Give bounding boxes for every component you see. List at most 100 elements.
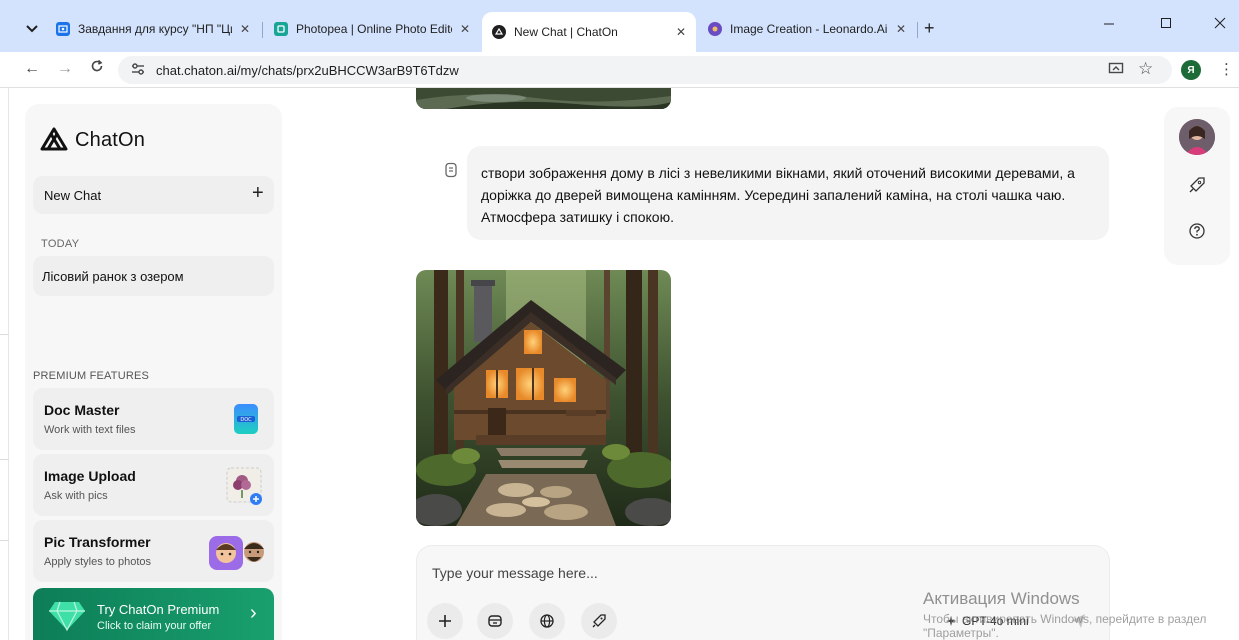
puzzle-icon xyxy=(1189,177,1205,193)
right-rail xyxy=(1164,107,1230,265)
web-search-button[interactable] xyxy=(529,603,565,639)
tab-divider xyxy=(917,22,918,38)
new-chat-button[interactable]: New Chat + xyxy=(33,176,274,214)
forward-button[interactable]: → xyxy=(57,60,73,78)
maximize-icon xyxy=(1161,18,1171,28)
tab-search-button[interactable] xyxy=(20,18,44,40)
feature-subtitle: Work with text files xyxy=(44,424,136,436)
chevron-right-icon: › xyxy=(250,602,257,624)
doc-icon: DOC xyxy=(234,404,258,434)
address-toolbar: ← → chat.chaton.ai/my/chats/prx2uBHCCW3a… xyxy=(0,52,1239,88)
new-tab-button[interactable]: + xyxy=(924,18,935,38)
user-photo xyxy=(1179,119,1215,155)
close-icon[interactable]: ✕ xyxy=(676,25,686,39)
back-button[interactable]: ← xyxy=(24,60,40,78)
sidebar: ChatOn New Chat + TODAY Лісовий ранок з … xyxy=(25,104,282,640)
feature-pic-transformer[interactable]: Pic Transformer Apply styles to photos xyxy=(33,520,274,582)
chevron-down-icon xyxy=(26,25,38,33)
message-input[interactable] xyxy=(432,562,932,584)
edge-line xyxy=(0,459,9,460)
svg-text:DOC: DOC xyxy=(240,417,252,423)
forest-cabin-illustration xyxy=(416,270,671,526)
feature-doc-master[interactable]: Doc Master Work with text files DOC xyxy=(33,388,274,450)
premium-title: Try ChatOn Premium xyxy=(97,602,220,617)
minimize-button[interactable] xyxy=(1103,16,1115,32)
arrow-right-icon: → xyxy=(57,60,73,77)
tab-classroom[interactable]: Завдання для курсу "НП "Циф ✕ xyxy=(46,14,260,44)
user-message-bubble: створи зображення дому в лісі з невелики… xyxy=(467,146,1109,240)
tools-button[interactable] xyxy=(581,603,617,639)
tab-title: Image Creation - Leonardo.Ai xyxy=(730,22,888,36)
plus-icon xyxy=(439,615,451,627)
history-item-label: Лісовий ранок з озером xyxy=(42,269,184,284)
previous-generated-image[interactable] xyxy=(416,88,671,109)
help-button[interactable] xyxy=(1185,219,1209,243)
close-window-button[interactable] xyxy=(1214,16,1226,32)
tab-title: Photopea | Online Photo Editor xyxy=(296,22,452,36)
history-section-heading: TODAY xyxy=(41,238,80,250)
feature-subtitle: Apply styles to photos xyxy=(44,556,152,568)
arrow-left-icon: ← xyxy=(24,60,40,77)
classroom-icon xyxy=(56,22,70,36)
copy-message-icon[interactable] xyxy=(444,162,458,178)
folder-icon xyxy=(488,615,502,627)
browser-tab-strip: Завдання для курсу "НП "Циф ✕ Photopea |… xyxy=(0,0,1239,52)
generated-image[interactable] xyxy=(416,270,671,526)
windows-activation-subtitle: Чтобы активировать Windows, перейдите в … xyxy=(923,612,1207,640)
window-left-edge xyxy=(0,88,9,640)
close-icon[interactable]: ✕ xyxy=(896,22,906,36)
omnibox[interactable]: chat.chaton.ai/my/chats/prx2uBHCCW3arB9T… xyxy=(118,56,1172,84)
user-message-text: створи зображення дому в лісі з невелики… xyxy=(481,165,1075,225)
edge-line xyxy=(0,540,9,541)
forest-image-fragment xyxy=(416,88,671,109)
chaton-logo-icon xyxy=(40,127,68,151)
photopea-icon xyxy=(274,22,288,36)
image-upload-icon xyxy=(226,467,262,505)
help-icon xyxy=(1189,223,1205,239)
feature-title: Image Upload xyxy=(44,468,136,484)
plus-icon: + xyxy=(924,18,935,38)
close-icon xyxy=(1214,17,1226,29)
feature-image-upload[interactable]: Image Upload Ask with pics xyxy=(33,454,274,516)
more-menu-icon[interactable]: ⋮ xyxy=(1219,60,1234,78)
new-chat-label: New Chat xyxy=(44,188,102,203)
bookmark-star-icon[interactable]: ☆ xyxy=(1138,59,1153,79)
tab-title: New Chat | ChatOn xyxy=(514,25,618,39)
close-icon[interactable]: ✕ xyxy=(240,22,250,36)
feature-title: Doc Master xyxy=(44,402,120,418)
user-avatar[interactable] xyxy=(1179,119,1215,155)
feature-title: Pic Transformer xyxy=(44,534,151,550)
site-settings-icon[interactable] xyxy=(130,62,148,78)
chaton-icon xyxy=(492,25,506,39)
profile-avatar[interactable]: Я xyxy=(1181,60,1201,80)
premium-subtitle: Click to claim your offer xyxy=(97,620,212,632)
leonardo-icon xyxy=(708,22,722,36)
document-button[interactable] xyxy=(477,603,513,639)
url-text[interactable]: chat.chaton.ai/my/chats/prx2uBHCCW3arB9T… xyxy=(156,63,459,78)
feature-subtitle: Ask with pics xyxy=(44,490,108,502)
reload-button[interactable] xyxy=(90,59,104,78)
premium-features-heading: PREMIUM FEATURES xyxy=(33,370,150,382)
plus-icon: + xyxy=(252,182,264,204)
tab-title: Завдання для курсу "НП "Циф xyxy=(78,22,232,36)
rocket-icon xyxy=(592,614,606,628)
avatar-styles-icon xyxy=(209,536,264,570)
attach-button[interactable] xyxy=(427,603,463,639)
close-icon[interactable]: ✕ xyxy=(460,22,470,36)
windows-activation-title: Активация Windows xyxy=(923,589,1080,608)
logo-text: ChatOn xyxy=(75,128,146,151)
extensions-button[interactable] xyxy=(1185,173,1209,197)
edge-line xyxy=(0,334,9,335)
diamond-icon xyxy=(49,601,85,632)
maximize-button[interactable] xyxy=(1160,16,1172,32)
tab-divider xyxy=(262,22,263,38)
tab-chaton[interactable]: New Chat | ChatOn ✕ xyxy=(482,12,696,52)
chaton-logo[interactable]: ChatOn xyxy=(39,126,145,154)
reload-icon xyxy=(91,59,103,72)
history-item[interactable]: Лісовий ранок з озером xyxy=(33,256,274,296)
try-premium-button[interactable]: Try ChatOn Premium Click to claim your o… xyxy=(33,588,274,640)
cast-icon[interactable] xyxy=(1108,61,1124,81)
tab-photopea[interactable]: Photopea | Online Photo Editor ✕ xyxy=(264,14,480,44)
minimize-icon xyxy=(1104,23,1114,25)
tab-leonardo[interactable]: Image Creation - Leonardo.Ai ✕ xyxy=(698,14,916,44)
